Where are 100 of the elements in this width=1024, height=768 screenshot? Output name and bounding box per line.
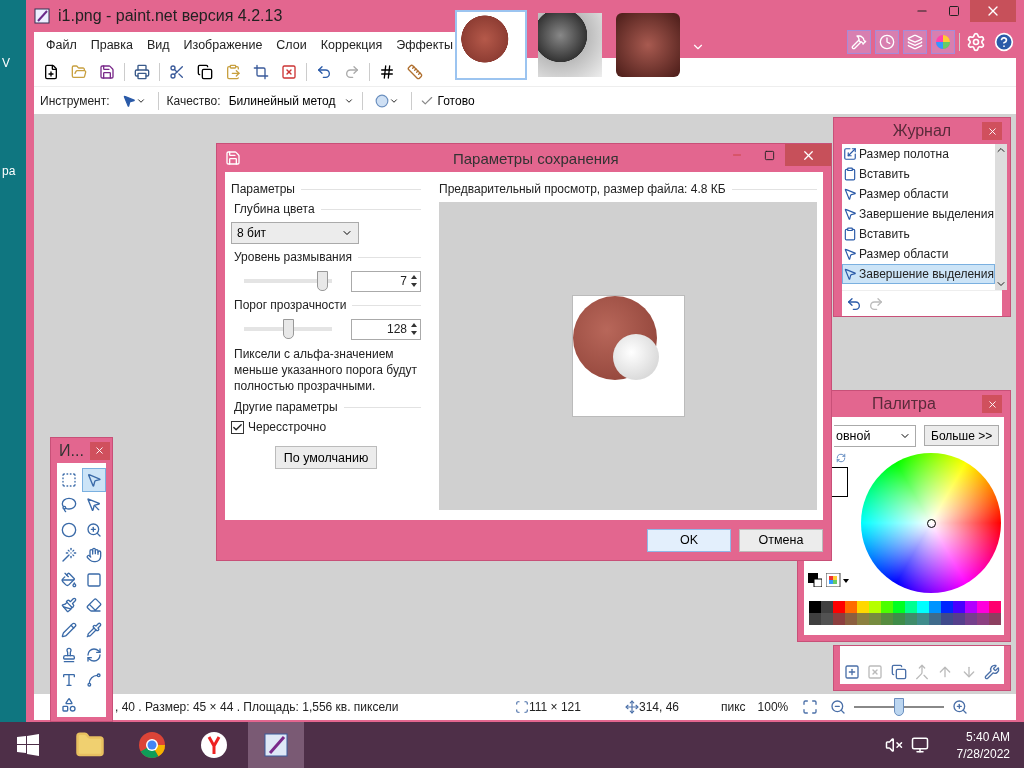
- undo-icon[interactable]: [846, 295, 862, 312]
- brush-icon: [61, 596, 78, 613]
- menu-item[interactable]: Правка: [90, 38, 133, 52]
- palette-mode-dropdown[interactable]: овной: [834, 425, 916, 447]
- desktop-icon-label: pa: [2, 164, 16, 178]
- colors-toggle[interactable]: [931, 30, 955, 54]
- image-tab[interactable]: [535, 10, 605, 80]
- properties-icon[interactable]: [984, 664, 1001, 680]
- lasso-icon: [61, 496, 78, 513]
- maximize-icon: [763, 149, 775, 161]
- tool-button[interactable]: [81, 467, 106, 492]
- menu-item[interactable]: Слои: [276, 38, 307, 52]
- pointer-icon: [85, 471, 102, 488]
- quality-label: Качество:: [166, 93, 221, 108]
- panel-title: И...: [59, 441, 84, 460]
- folder-icon: [71, 64, 87, 80]
- menu-item[interactable]: Эффекты: [396, 38, 454, 52]
- menu-item[interactable]: Коррекция: [320, 38, 383, 52]
- cursor-position-icon: [625, 700, 639, 714]
- zoom-out-icon: [830, 699, 847, 715]
- quality-dropdown[interactable]: Билинейный метод: [228, 89, 354, 112]
- section-heading: Параметры: [231, 182, 295, 196]
- dialog-button[interactable]: OK: [647, 528, 731, 552]
- clock[interactable]: 5:40 AM 7/28/2022: [956, 729, 1010, 761]
- history-item[interactable]: Размер области: [842, 244, 995, 264]
- scrollbar[interactable]: [994, 144, 1007, 290]
- slider-thumb[interactable]: [894, 698, 905, 716]
- zoom-in-icon: [952, 699, 969, 715]
- deselect-icon: [281, 64, 297, 80]
- maximize-icon: [948, 5, 960, 17]
- image-tab[interactable]: [613, 10, 683, 80]
- color-depth-dropdown[interactable]: 8 бит: [231, 222, 359, 244]
- clipboard-icon: [843, 167, 857, 181]
- fit-window-icon: [802, 699, 819, 715]
- close-button[interactable]: [785, 144, 831, 166]
- clipboard-icon: [843, 227, 857, 241]
- help-icon: [994, 32, 1014, 52]
- menu-item[interactable]: Файл: [46, 38, 77, 52]
- muted-speaker-icon[interactable]: [884, 736, 903, 754]
- history-item[interactable]: Вставить: [842, 164, 995, 184]
- defaults-button[interactable]: По умолчанию: [274, 446, 378, 469]
- layers-icon: [907, 34, 923, 50]
- eraser-icon: [85, 596, 102, 613]
- menu-item[interactable]: Вид: [146, 38, 170, 52]
- add-layer-icon[interactable]: [843, 664, 860, 680]
- checkbox[interactable]: [231, 420, 244, 434]
- zoom-value: 100%: [757, 700, 789, 714]
- network-icon[interactable]: [910, 736, 929, 754]
- layers-toggle[interactable]: [903, 30, 927, 54]
- hammer-icon: [851, 34, 867, 50]
- duplicate-layer-icon[interactable]: [890, 664, 907, 680]
- history-item[interactable]: Вставить: [842, 224, 995, 244]
- yandex-logo-icon: [200, 731, 228, 759]
- dialog-button[interactable]: Отмена: [739, 528, 823, 552]
- history-toggle[interactable]: [875, 30, 899, 54]
- square-icon: [85, 571, 102, 588]
- history-item[interactable]: Завершение выделения: [842, 264, 995, 284]
- recolor-icon: [85, 646, 102, 663]
- hand-icon: [85, 546, 102, 563]
- close-icon: [94, 445, 106, 456]
- image-tab[interactable]: [455, 10, 527, 80]
- save-icon: [225, 150, 241, 166]
- resize-icon: [843, 147, 857, 161]
- scissors-icon: [169, 64, 185, 80]
- slider-thumb[interactable]: [317, 271, 329, 291]
- section-heading: Другие параметры: [234, 400, 338, 414]
- default-colors-icon[interactable]: [808, 573, 822, 587]
- cursor-position: 314, 46: [639, 700, 681, 714]
- ruler-icon: [407, 64, 423, 80]
- crop-icon: [253, 64, 269, 80]
- desktop-icon-label: V: [2, 56, 10, 70]
- close-button[interactable]: [89, 441, 110, 460]
- image-size-icon: [515, 700, 529, 714]
- history-item[interactable]: Размер полотна: [842, 144, 995, 164]
- app-icon: [34, 8, 50, 24]
- number-field[interactable]: 128: [351, 318, 421, 340]
- panel-title: Журнал: [892, 122, 952, 140]
- help-button[interactable]: [992, 30, 1016, 54]
- history-item[interactable]: Размер области: [842, 184, 995, 204]
- selection-info: , 40 . Размер: 45 × 44 . Площадь: 1,556 кв. пиксели: [115, 700, 400, 714]
- close-button[interactable]: [982, 395, 1002, 413]
- taskbar-app[interactable]: [248, 722, 304, 768]
- close-button[interactable]: [982, 122, 1002, 140]
- tools-toggle[interactable]: [847, 30, 871, 54]
- check-icon: [232, 421, 243, 433]
- color-wheel-icon: [935, 34, 951, 50]
- pointer-icon: [121, 93, 136, 108]
- slider-thumb[interactable]: [283, 319, 294, 339]
- palette-menu-icon[interactable]: [826, 573, 850, 587]
- menu-item[interactable]: Изображение: [183, 38, 263, 52]
- pencil-icon: [61, 621, 78, 638]
- finish-button[interactable]: Готово: [419, 89, 475, 112]
- paint-bucket-icon: [61, 571, 78, 588]
- history-item[interactable]: Завершение выделения: [842, 204, 995, 224]
- new-file-icon: [43, 64, 59, 80]
- more-button[interactable]: Больше >>: [924, 425, 1000, 446]
- section-heading: Уровень размывания: [234, 250, 352, 264]
- windows-logo-icon: [17, 734, 39, 756]
- number-field[interactable]: 7: [351, 270, 421, 292]
- dialog-title: Параметры сохранения: [453, 149, 619, 167]
